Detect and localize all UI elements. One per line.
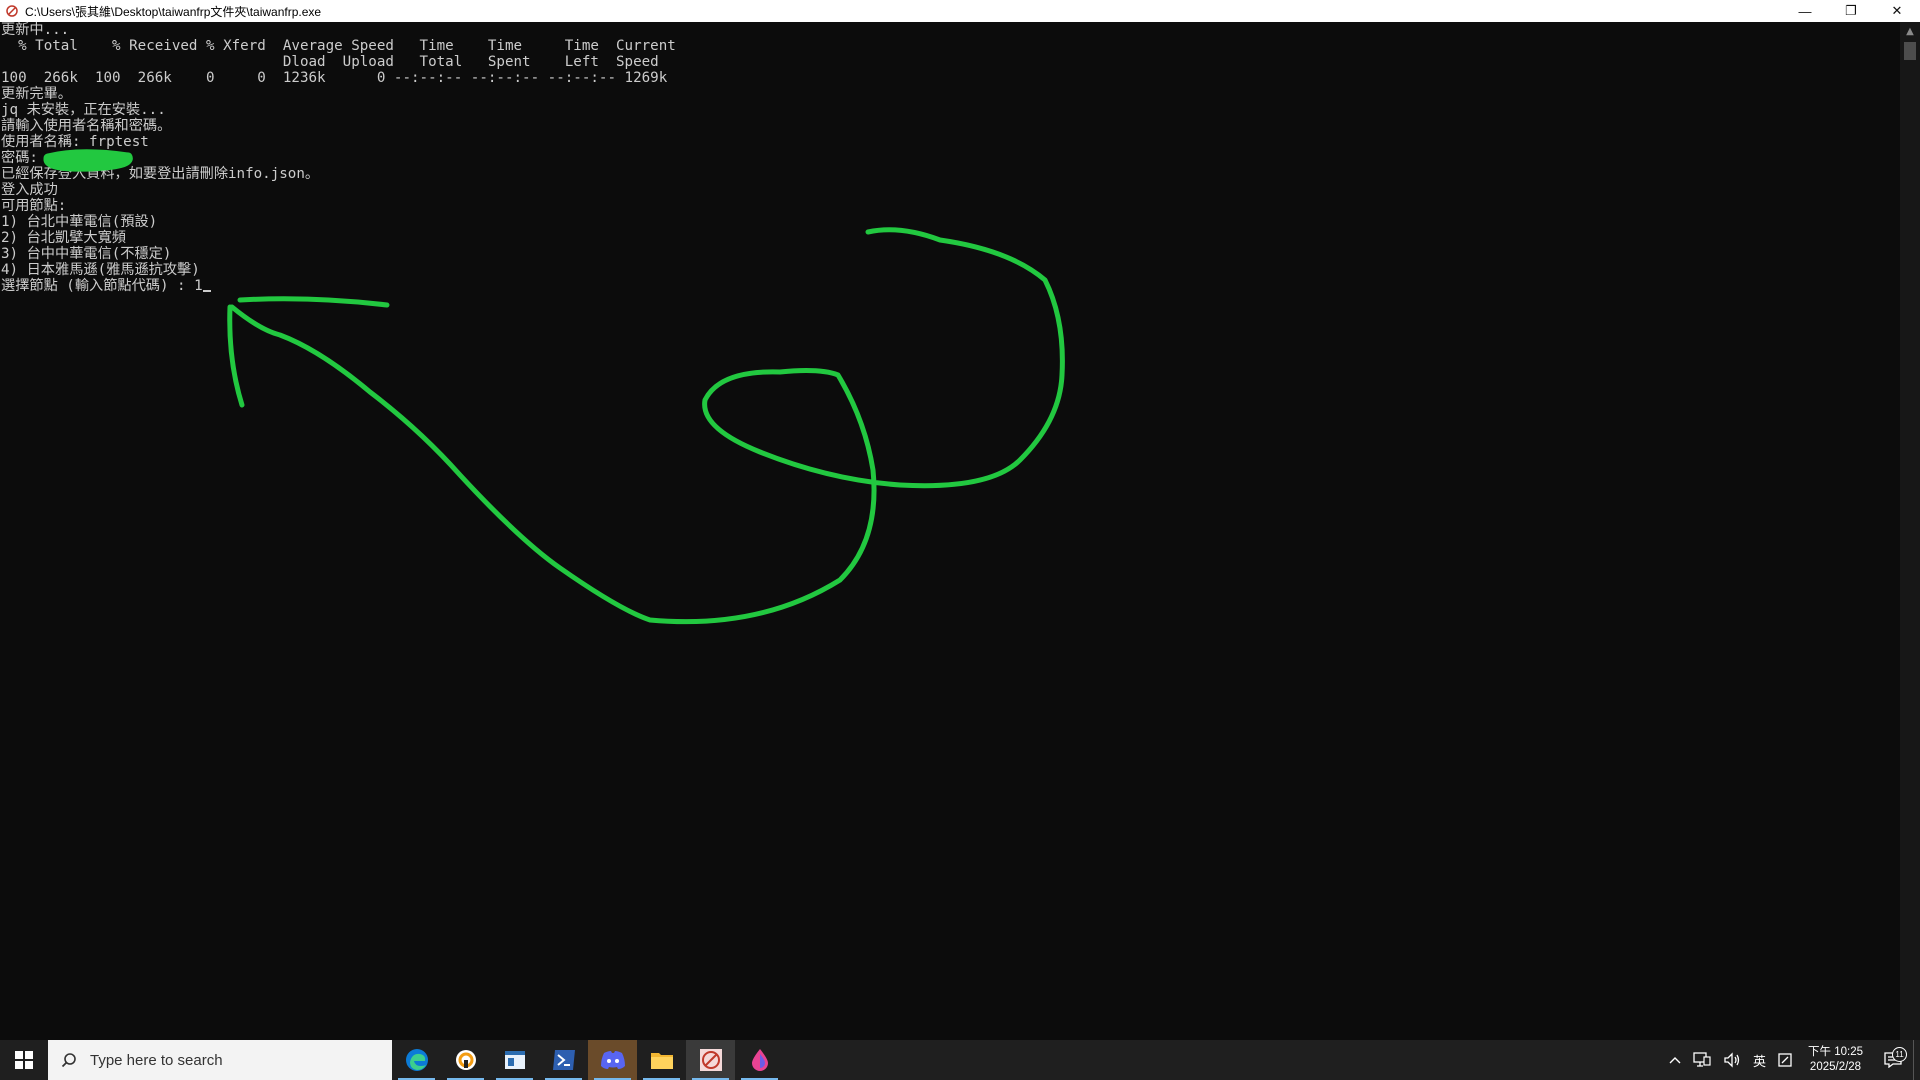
windows-logo-icon (15, 1051, 33, 1069)
app-icon (5, 4, 19, 18)
scroll-up-arrow-icon[interactable]: ▲ (1900, 22, 1920, 40)
console-line: 可用節點: (1, 198, 67, 214)
taskbar-app-edge[interactable] (392, 1040, 441, 1080)
window-title: C:\Users\張其維\Desktop\taiwanfrp文件夾\taiwan… (25, 4, 322, 19)
console-scrollbar[interactable]: ▲ (1900, 22, 1920, 1040)
restore-button[interactable]: ❐ (1828, 0, 1874, 22)
clock-date: 2025/2/28 (1809, 1061, 1862, 1073)
console-line: 4) 日本雅馬遜(雅馬遜抗攻擊) (1, 262, 200, 278)
system-tray: 英 下午 10:25 2025/2/28 11 (1663, 1040, 1920, 1080)
taskbar-app-taiwanfrp[interactable] (686, 1040, 735, 1080)
terminal-icon (552, 1050, 575, 1070)
taskbar-app-terminal[interactable] (539, 1040, 588, 1080)
discord-icon (600, 1051, 625, 1069)
taskbar: Type here to search 英 下午 10:25 2025/2/28… (0, 1040, 1920, 1080)
taskbar-app-discord[interactable] (588, 1040, 637, 1080)
close-button[interactable]: ✕ (1874, 0, 1920, 22)
console-line: 更新完畢。 (1, 86, 72, 102)
app-ring-icon (455, 1050, 476, 1070)
text-cursor (202, 290, 211, 292)
window-title-bar[interactable]: C:\Users\張其維\Desktop\taiwanfrp文件夾\taiwan… (0, 0, 1920, 22)
taskbar-app-file-explorer[interactable] (637, 1040, 686, 1080)
scroll-thumb[interactable] (1904, 42, 1916, 60)
network-icon[interactable] (1687, 1040, 1717, 1080)
console-line: 100 266k 100 266k 0 0 1236k 0 --:--:-- -… (1, 70, 668, 86)
notification-count-badge: 11 (1892, 1047, 1907, 1062)
taskbar-search-box[interactable]: Type here to search (48, 1040, 392, 1080)
console-line: 已經保存登入資料，如要登出請刪除info.json。 (1, 166, 320, 182)
console-line: % Total % Received % Xferd Average Speed… (1, 38, 676, 54)
tray-overflow-chevron-icon[interactable] (1663, 1040, 1687, 1080)
taskbar-app-drop[interactable] (735, 1040, 784, 1080)
volume-icon[interactable] (1717, 1040, 1747, 1080)
console-line: 3) 台中中華電信(不穩定) (1, 246, 172, 262)
clock-time: 下午 10:25 (1808, 1046, 1863, 1058)
console-line: 2) 台北凱擘大寬頻 (1, 230, 126, 246)
search-icon (60, 1051, 78, 1069)
console-line: 密碼: (1, 150, 47, 166)
console-line: 登入成功 (1, 182, 58, 198)
window-app-icon (504, 1051, 525, 1069)
console-line: 1) 台北中華電信(預設) (1, 214, 158, 230)
drop-app-icon (751, 1049, 768, 1071)
prompt-text: 選擇節點 (輸入節點代碼) : 1 (1, 278, 203, 294)
start-button[interactable] (0, 1040, 48, 1080)
taiwanfrp-icon (699, 1049, 722, 1071)
console-prompt-line[interactable]: 選擇節點 (輸入節點代碼) : 1 (0, 278, 1900, 294)
show-desktop-button[interactable] (1913, 1040, 1920, 1080)
notification-center-button[interactable]: 11 (1873, 1047, 1913, 1068)
console-line: 請輸入使用者名稱和密碼。 (1, 118, 172, 134)
console-line: jq 未安裝，正在安裝... (1, 102, 166, 118)
search-placeholder: Type here to search (90, 1051, 223, 1069)
console-line: 使用者名稱: frptest (1, 134, 149, 150)
taskbar-clock[interactable]: 下午 10:25 2025/2/28 (1798, 1045, 1873, 1075)
console-line: Dload Upload Total Spent Left Speed (1, 54, 659, 70)
edge-icon (405, 1049, 428, 1071)
console-line: 更新中... (1, 22, 70, 38)
ime-indicator[interactable]: 英 (1747, 1040, 1772, 1080)
console-output[interactable]: 更新中... % Total % Received % Xferd Averag… (0, 22, 1900, 1040)
file-explorer-icon (650, 1053, 673, 1069)
input-method-icon[interactable] (1772, 1040, 1798, 1080)
minimize-button[interactable]: — (1782, 0, 1828, 22)
taskbar-app-window[interactable] (490, 1040, 539, 1080)
taskbar-app-ring[interactable] (441, 1040, 490, 1080)
